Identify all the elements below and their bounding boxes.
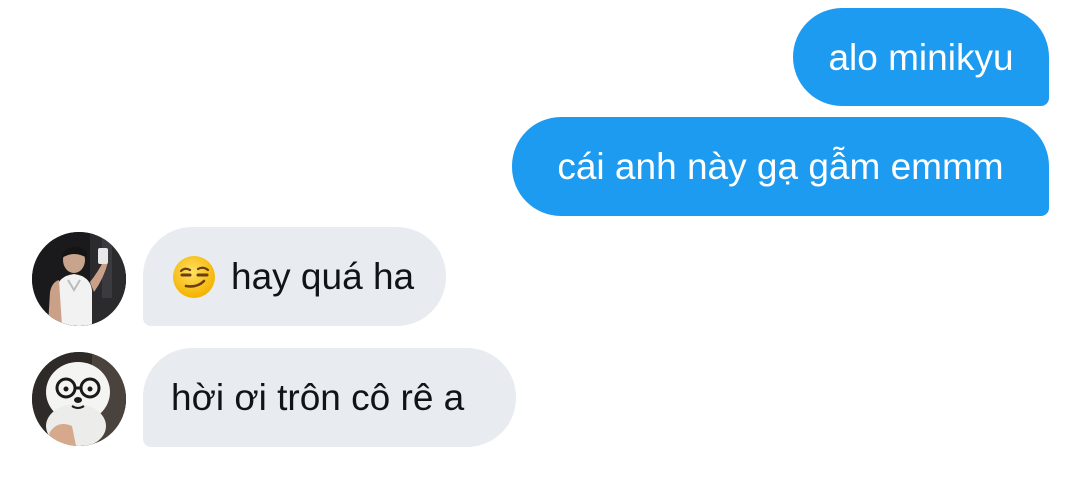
incoming-message-bubble[interactable]: hời ơi trôn cô rê a — [143, 348, 516, 447]
avatar-plush-toy-with-glasses-icon — [32, 352, 126, 446]
incoming-message-bubble[interactable]: hay quá ha — [143, 227, 446, 326]
outgoing-message-bubble[interactable]: cái anh này gạ gẫm emmm — [512, 117, 1049, 216]
outgoing-message-bubble[interactable]: alo minikyu — [793, 8, 1049, 106]
message-text: hay quá ha — [231, 256, 415, 297]
message-text: hời ơi trôn cô rê a — [171, 377, 465, 418]
message-text: alo minikyu — [828, 36, 1014, 78]
avatar-mirror-selfie-icon — [32, 232, 126, 326]
message-text: cái anh này gạ gẫm emmm — [557, 146, 1004, 187]
sender-avatar[interactable] — [32, 352, 126, 446]
sender-avatar[interactable] — [32, 232, 126, 326]
chat-thread: alo minikyu cái anh này gạ gẫm emmm hay … — [0, 0, 1080, 479]
smirking-face-emoji-icon — [173, 255, 215, 298]
